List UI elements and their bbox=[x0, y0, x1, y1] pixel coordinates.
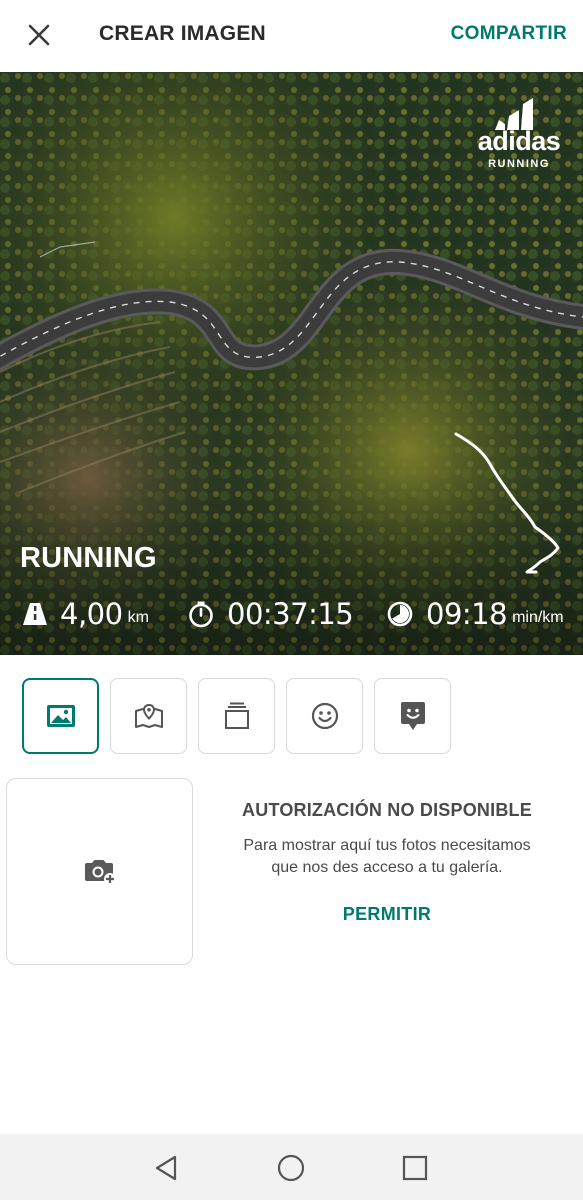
back-triangle-icon bbox=[155, 1155, 177, 1181]
pace-stat: 09:18 min/km bbox=[386, 597, 564, 631]
pace-unit: min/km bbox=[512, 609, 564, 626]
top-bar: CREAR IMAGEN COMPARTIR bbox=[0, 0, 583, 72]
adidas-stripes-icon bbox=[495, 98, 533, 130]
permission-message-line-1: Para mostrar aquí tus fotos necesitamos bbox=[243, 837, 531, 854]
system-nav-bar bbox=[0, 1134, 583, 1200]
home-button[interactable] bbox=[274, 1151, 308, 1185]
close-icon bbox=[28, 24, 50, 46]
activity-type-label: RUNNING bbox=[20, 542, 157, 574]
distance-value: 4,00 bbox=[60, 597, 123, 631]
pace-value: 09:18 bbox=[426, 597, 508, 631]
home-circle-icon bbox=[277, 1154, 305, 1182]
activity-stats: 4,00 km 00:37:15 09:18 min/km bbox=[0, 597, 583, 637]
gallery-permission-notice: AUTORIZACIÓN NO DISPONIBLE Para mostrar … bbox=[222, 800, 552, 925]
permission-title: AUTORIZACIÓN NO DISPONIBLE bbox=[242, 800, 532, 820]
activity-image-preview: adidas RUNNING RUNNING 4,00 km 00:37:15 bbox=[0, 72, 583, 655]
distance-stat: 4,00 km bbox=[22, 597, 149, 631]
duration-value: 00:37:15 bbox=[227, 597, 354, 631]
brand-wordmark: adidas bbox=[477, 126, 561, 156]
road-icon bbox=[23, 603, 47, 625]
recents-button[interactable] bbox=[398, 1151, 432, 1185]
brand-subtitle: RUNNING bbox=[488, 158, 550, 170]
allow-button[interactable]: PERMITIR bbox=[343, 904, 431, 925]
tab-sticker[interactable] bbox=[374, 678, 451, 754]
permission-message-line-2: que nos des acceso a tu galería. bbox=[271, 859, 503, 876]
permission-message: Para mostrar aquí tus fotos necesitamos … bbox=[222, 835, 552, 879]
tab-image[interactable] bbox=[22, 678, 99, 754]
tab-frame[interactable] bbox=[198, 678, 275, 754]
page-title: CREAR IMAGEN bbox=[99, 22, 266, 45]
close-button[interactable] bbox=[22, 18, 56, 52]
tab-map[interactable] bbox=[110, 678, 187, 754]
map-icon bbox=[134, 703, 163, 728]
add-photo-icon bbox=[84, 859, 116, 885]
layers-icon bbox=[224, 702, 249, 729]
share-button[interactable]: COMPARTIR bbox=[451, 23, 567, 45]
pace-icon bbox=[387, 601, 413, 627]
smiley-icon bbox=[311, 702, 338, 730]
back-button[interactable] bbox=[149, 1151, 183, 1185]
distance-unit: km bbox=[127, 609, 149, 626]
sticker-icon bbox=[400, 702, 425, 730]
adidas-running-logo: adidas RUNNING bbox=[475, 94, 563, 174]
duration-stat: 00:37:15 bbox=[187, 597, 354, 631]
image-icon bbox=[46, 705, 75, 727]
add-photo-slot[interactable] bbox=[6, 778, 193, 965]
stopwatch-icon bbox=[189, 601, 213, 628]
tab-emoji[interactable] bbox=[286, 678, 363, 754]
recents-square-icon bbox=[402, 1155, 428, 1181]
